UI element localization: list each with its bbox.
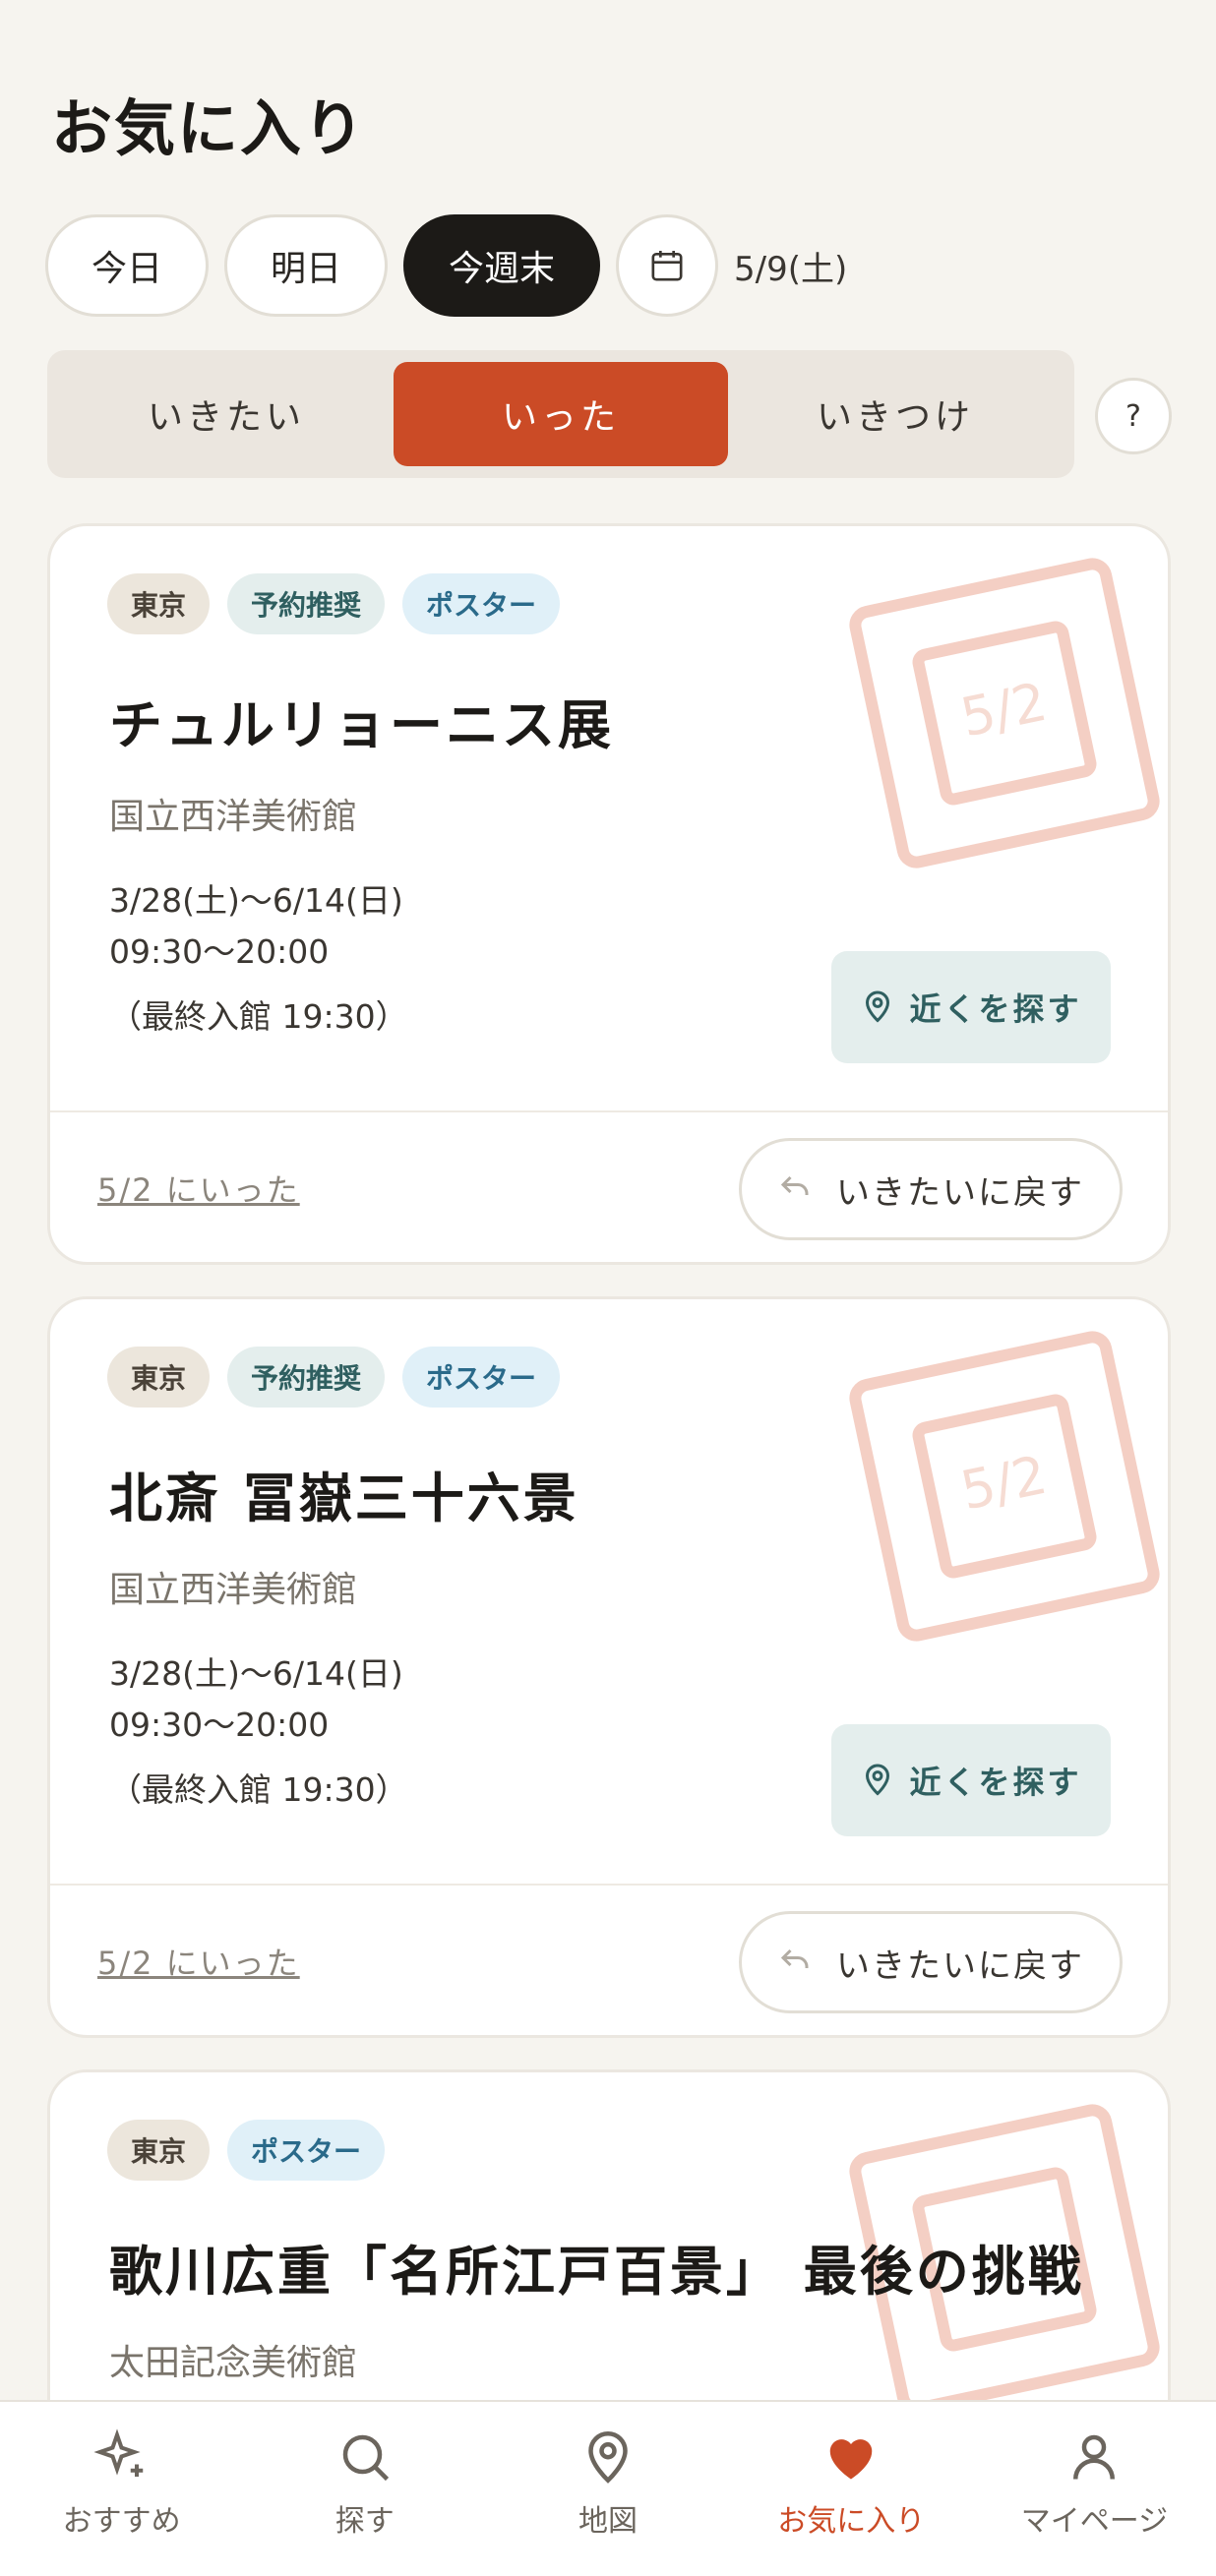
nav-map[interactable]: 地図 xyxy=(486,2402,729,2576)
tag-poster: ポスター xyxy=(227,2120,386,2181)
exhibition-period: 3/28(土)〜6/14(日) xyxy=(109,881,403,920)
map-pin-icon xyxy=(866,990,890,1023)
tag-poster: ポスター xyxy=(402,1347,561,1408)
tab-regular[interactable]: いきつけ xyxy=(728,362,1063,466)
user-icon xyxy=(1073,2434,1116,2480)
undo-icon xyxy=(780,1175,809,1195)
find-nearby-label: 近くを探す xyxy=(909,1764,1082,1801)
chip-this-weekend[interactable]: 今週末 xyxy=(403,214,600,317)
last-entry: （最終入館 19:30） xyxy=(109,1770,408,1809)
move-back-to-want-button[interactable]: いきたいに戻す xyxy=(739,1911,1123,2013)
sparkle-icon xyxy=(92,2428,143,2477)
tag-reservation: 予約推奨 xyxy=(227,573,386,634)
visited-stamp-icon: 5/2 xyxy=(849,558,1160,869)
venue-name: 国立西洋美術館 xyxy=(109,1570,358,1610)
tab-want[interactable]: いきたい xyxy=(59,362,394,466)
opening-hours: 09:30〜20:00 xyxy=(109,932,330,971)
nav-mypage[interactable]: マイページ xyxy=(973,2402,1216,2576)
tag-area: 東京 xyxy=(107,1347,211,1408)
date-filter: 今日 明日 今週末 5/9(土) xyxy=(45,214,847,317)
move-back-label: いきたいに戻す xyxy=(836,1172,1084,1213)
help-button[interactable]: ? xyxy=(1095,378,1172,454)
tag-poster: ポスター xyxy=(402,573,561,634)
visited-date-link[interactable]: 5/2 にいった xyxy=(97,1166,300,1211)
last-entry: （最終入館 19:30） xyxy=(109,997,408,1036)
nav-label: マイページ xyxy=(1020,2504,1169,2539)
venue-name: 太田記念美術館 xyxy=(109,2343,358,2383)
bottom-navigation: おすすめ 探す 地図 お気に入り マイページ xyxy=(0,2400,1216,2576)
nav-search[interactable]: 探す xyxy=(243,2402,486,2576)
divider xyxy=(50,1110,1168,1112)
exhibition-title: 歌川広重「名所江戸百景」 最後の挑戦 xyxy=(109,2241,1084,2303)
tag-area: 東京 xyxy=(107,2120,211,2181)
venue-name: 国立西洋美術館 xyxy=(109,797,358,837)
exhibition-title: チュルリョーニス展 xyxy=(109,694,614,756)
visited-date-link[interactable]: 5/2 にいった xyxy=(97,1939,300,1984)
divider xyxy=(50,1884,1168,1886)
map-pin-icon xyxy=(588,2431,628,2484)
nav-label: 探す xyxy=(334,2504,395,2539)
nav-favorites[interactable]: お気に入り xyxy=(730,2402,973,2576)
exhibition-title: 北斎 冨嶽三十六景 xyxy=(109,1468,579,1529)
nav-label: おすすめ xyxy=(62,2504,181,2539)
calendar-icon xyxy=(651,251,683,281)
exhibition-card[interactable]: 5/2 東京 予約推奨 ポスター チュルリョーニス展 国立西洋美術館 3/28(… xyxy=(47,523,1171,1265)
find-nearby-label: 近くを探す xyxy=(909,990,1082,1028)
map-pin-icon xyxy=(866,1764,890,1796)
find-nearby-button[interactable]: 近くを探す xyxy=(831,1724,1111,1836)
chip-tomorrow[interactable]: 明日 xyxy=(224,214,388,317)
nav-label: 地図 xyxy=(578,2504,638,2539)
find-nearby-button[interactable]: 近くを探す xyxy=(831,951,1111,1063)
selected-date: 5/9(土) xyxy=(734,249,848,289)
stamp-date: 5/2 xyxy=(955,671,1052,749)
calendar-button[interactable] xyxy=(616,214,718,317)
move-back-to-want-button[interactable]: いきたいに戻す xyxy=(739,1138,1123,1240)
exhibition-period: 3/28(土)〜6/14(日) xyxy=(109,1654,403,1693)
opening-hours: 09:30〜20:00 xyxy=(109,1706,330,1744)
nav-recommend[interactable]: おすすめ xyxy=(0,2402,243,2576)
tab-went[interactable]: いった xyxy=(394,362,728,466)
tag-area: 東京 xyxy=(107,573,211,634)
search-icon xyxy=(342,2434,389,2482)
visited-stamp-icon: 5/2 xyxy=(849,1331,1160,1642)
move-back-label: いきたいに戻す xyxy=(836,1946,1084,1986)
status-tabs: いきたい いった いきつけ xyxy=(47,350,1074,478)
stamp-date: 5/2 xyxy=(955,1444,1052,1523)
undo-icon xyxy=(780,1948,809,1968)
tag-reservation: 予約推奨 xyxy=(227,1347,386,1408)
exhibition-card[interactable]: 5/2 東京 予約推奨 ポスター 北斎 冨嶽三十六景 国立西洋美術館 3/28(… xyxy=(47,1296,1171,2038)
page-title: お気に入り xyxy=(51,92,367,164)
heart-icon xyxy=(829,2439,873,2480)
chip-today[interactable]: 今日 xyxy=(45,214,209,317)
nav-label: お気に入り xyxy=(777,2504,926,2539)
